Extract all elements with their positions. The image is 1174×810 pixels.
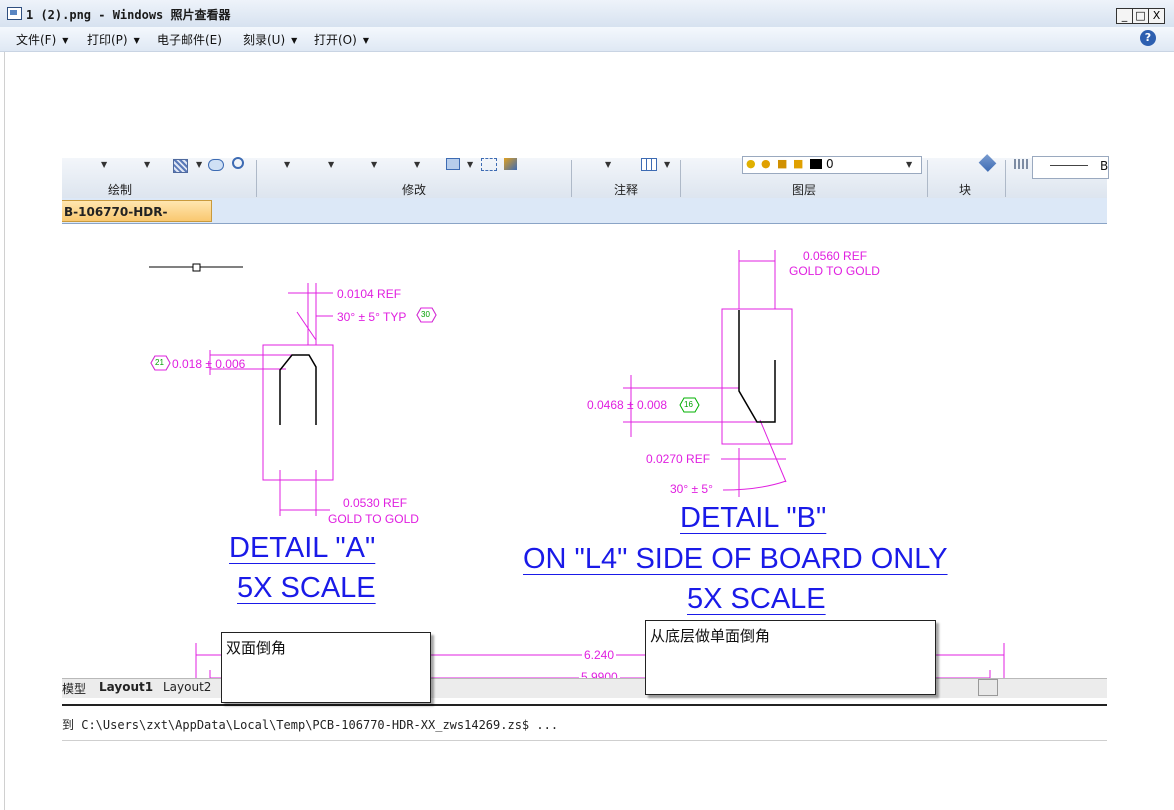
- detail-b-profile: [738, 310, 776, 423]
- detail-a-title: DETAIL "A": [229, 532, 376, 564]
- layout-tab-bar: [62, 678, 1107, 698]
- ucs-marker: [192, 263, 201, 272]
- dim-6240: 6.240: [582, 648, 617, 662]
- detail-a-dim-top: 0.0104 REF: [337, 287, 402, 301]
- detail-b-angle: 30° ± 5°: [670, 482, 713, 496]
- tab-model[interactable]: 模型: [62, 680, 86, 697]
- detail-a-dim-left: 0.018 ± 0.006: [172, 357, 246, 371]
- detail-a-dim-bottom-2: GOLD TO GOLD: [328, 512, 419, 526]
- detail-a-profile: [279, 354, 317, 425]
- annotation-note-single-chamfer: 从底层做单面倒角: [645, 620, 936, 695]
- detail-b-subtitle: ON "L4" SIDE OF BOARD ONLY: [523, 543, 948, 575]
- detail-a-angle: 30° ± 5° TYP: [337, 310, 407, 324]
- detail-b-scale: 5X SCALE: [687, 583, 826, 615]
- command-line-text: 到 C:\Users\zxt\AppData\Local\Temp\PCB-10…: [62, 718, 559, 732]
- detail-b-outline: [721, 308, 793, 445]
- tab-layout2[interactable]: Layout2: [163, 680, 211, 694]
- detail-a-dim-bottom-1: 0.0530 REF: [343, 496, 408, 510]
- detail-a-outline: [262, 344, 334, 481]
- detail-b-dim-top-2: GOLD TO GOLD: [789, 264, 880, 278]
- detail-b-dim-left: 0.0468 ± 0.008: [587, 398, 667, 412]
- tab-layout1[interactable]: Layout1: [99, 680, 153, 694]
- detail-a-left-tag-text: 21: [155, 358, 164, 367]
- note-text: 从底层做单面倒角: [650, 627, 771, 645]
- detail-b-dim-top-1: 0.0560 REF: [803, 249, 868, 263]
- detail-b-left-tag-text: 16: [684, 400, 693, 409]
- annotation-note-double-chamfer: 双面倒角: [221, 632, 431, 703]
- detail-a-angle-tag-text: 30: [421, 310, 430, 319]
- detail-b-title: DETAIL "B": [680, 502, 827, 534]
- detail-a-scale: 5X SCALE: [237, 572, 376, 604]
- detail-b-dim-ref: 0.0270 REF: [646, 452, 711, 466]
- horizontal-scrollbar-thumb[interactable]: [978, 679, 998, 696]
- note-text: 双面倒角: [226, 639, 287, 657]
